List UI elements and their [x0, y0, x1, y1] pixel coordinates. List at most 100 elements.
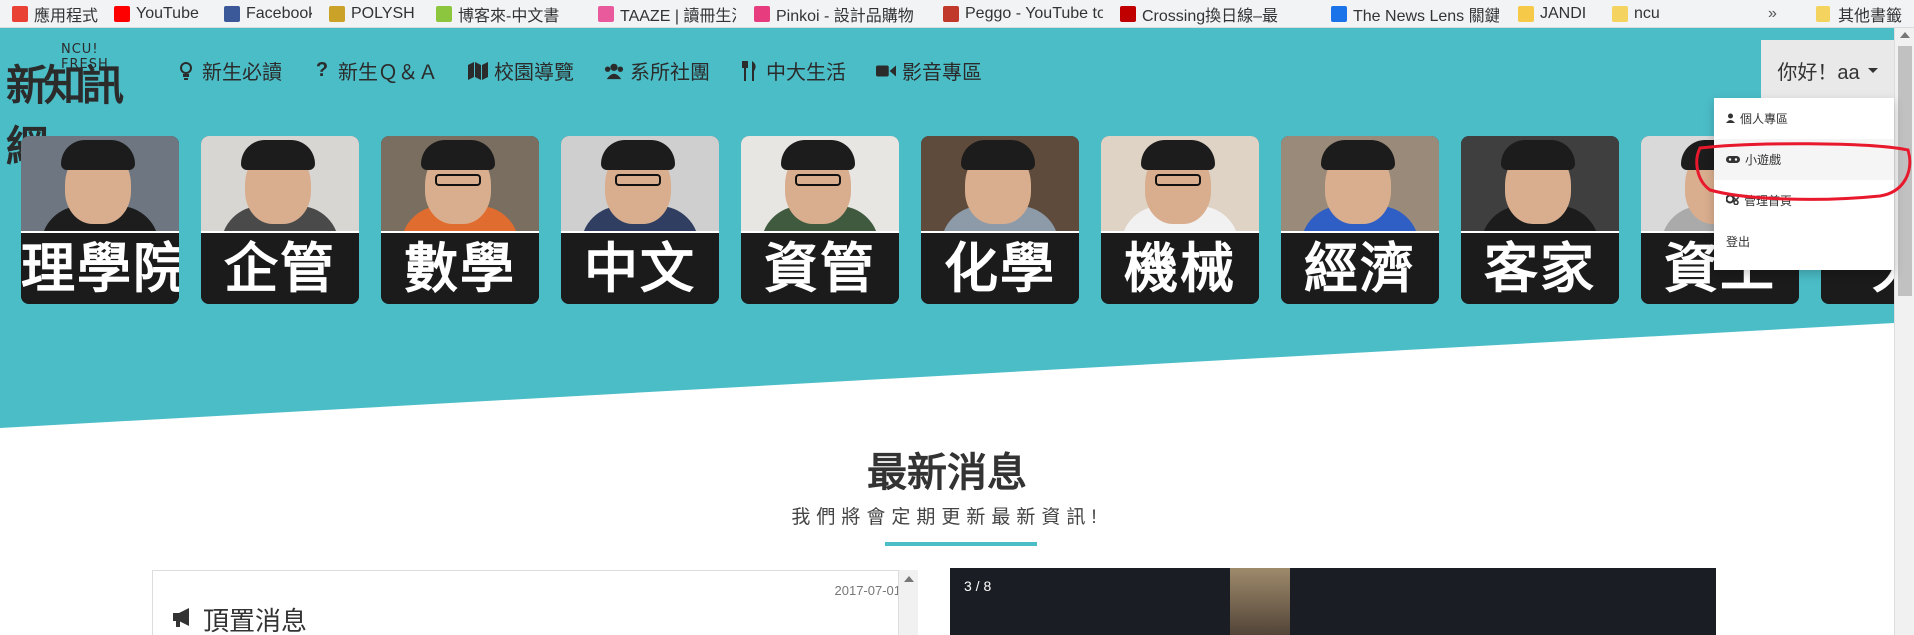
person-hair: [61, 140, 135, 170]
bookmark-label: 博客來-中文書: [458, 7, 560, 25]
bookmark-item[interactable]: The News Lens 關鍵: [1325, 0, 1505, 27]
site-logo[interactable]: NCU! FRESH 新知訊網: [6, 42, 148, 171]
person-hair: [421, 140, 495, 170]
bookmark-label: POLYSH: [351, 4, 415, 22]
caret-down-icon: [1867, 67, 1878, 73]
bookmarks-more-button[interactable]: »: [1768, 0, 1777, 28]
taaze-icon: [598, 5, 614, 22]
glasses: [435, 174, 481, 186]
polysh-icon: [329, 5, 345, 22]
dropdown-label: 小遊戲: [1745, 153, 1782, 167]
department-card[interactable]: 中文: [561, 136, 719, 304]
scroll-thumb[interactable]: [1898, 46, 1912, 296]
jandi-icon: [1518, 5, 1534, 22]
glasses: [795, 174, 841, 186]
department-card[interactable]: 數學: [381, 136, 539, 304]
nav-item-video-zone[interactable]: 影音專區: [876, 56, 982, 85]
users-icon: [604, 61, 624, 81]
scroll-up-arrow-icon[interactable]: [1900, 32, 1910, 38]
dropdown-item-admin[interactable]: 管理首頁: [1714, 180, 1894, 221]
bookmark-item[interactable]: Pinkoi - 設計品購物: [748, 0, 930, 27]
person-hair: [961, 140, 1035, 170]
bookmark-label: Peggo - YouTube to: [965, 4, 1103, 22]
bookmark-item[interactable]: POLYSH: [323, 0, 425, 27]
card-photo: [921, 136, 1079, 246]
dropdown-label: 登出: [1726, 235, 1751, 249]
dropdown-item-profile[interactable]: 個人專區: [1714, 98, 1894, 139]
bookmark-label: ncu: [1634, 4, 1660, 22]
bookmark-item[interactable]: Crossing換日線–最: [1114, 0, 1319, 27]
department-title: 資管: [764, 237, 876, 300]
bookmark-item[interactable]: Facebook: [218, 0, 318, 27]
department-card[interactable]: 化學: [921, 136, 1079, 304]
cogs-icon: [1725, 193, 1739, 208]
department-title: 數學: [404, 237, 516, 300]
department-card[interactable]: 資管: [741, 136, 899, 304]
department-card[interactable]: 客家: [1461, 136, 1619, 304]
apps-grid-icon: [12, 5, 28, 22]
lightbulb-icon: [176, 61, 196, 81]
nav-item-campus-life[interactable]: 中大生活: [740, 56, 846, 85]
card-photo: [1101, 136, 1259, 246]
other-bookmarks-label: 其他書籤: [1837, 8, 1902, 25]
page-scrollbar[interactable]: [1894, 28, 1914, 635]
bullhorn-icon: [171, 604, 195, 635]
department-card[interactable]: 理學院: [21, 136, 179, 304]
news-date: 2017-07-01: [834, 583, 902, 598]
glasses: [1155, 174, 1201, 186]
user-dropdown-menu: 個人專區 小遊戲 管理首頁 登出: [1714, 98, 1894, 270]
department-card[interactable]: 機械: [1101, 136, 1259, 304]
bookmark-item[interactable]: Peggo - YouTube to: [937, 0, 1109, 27]
dropdown-label: 個人專區: [1740, 112, 1789, 126]
folder-icon: [1612, 5, 1628, 22]
card-photo: [381, 136, 539, 246]
gamepad-icon: [1726, 153, 1740, 167]
nav-label: 系所社團: [630, 62, 710, 84]
user-menu-button[interactable]: 你好！aa: [1761, 40, 1894, 100]
dropdown-item-minigame[interactable]: 小遊戲: [1714, 139, 1894, 180]
department-cards: 理學院企管數學中文資管化學機械經濟客家資工大: [21, 136, 1894, 304]
card-photo: [1461, 136, 1619, 246]
card-photo: [561, 136, 719, 246]
utensils-icon: [740, 60, 760, 81]
facebook-icon: [224, 5, 240, 22]
person-hair: [241, 140, 315, 170]
user-icon: [1726, 112, 1735, 126]
bookmark-label: 應用程式: [34, 7, 99, 25]
bookmark-item[interactable]: TAAZE | 讀冊生活 –: [592, 0, 742, 27]
nav-item-campus-tour[interactable]: 校園導覽: [468, 56, 574, 85]
folder-icon: [1815, 6, 1830, 22]
person-hair: [1501, 140, 1575, 170]
nav-item-freshman-reading[interactable]: 新生必讀: [176, 56, 282, 85]
nav-label: 校園導覽: [494, 62, 574, 84]
bookmark-item[interactable]: 博客來-中文書: [430, 0, 588, 27]
other-bookmarks[interactable]: 其他書籤: [1815, 0, 1902, 28]
nav-item-qa[interactable]: ? 新生Ｑ＆Ａ: [312, 56, 438, 85]
bookmark-item[interactable]: YouTube: [108, 0, 213, 27]
department-title: 企管: [224, 237, 336, 300]
cw-icon: [1120, 5, 1136, 22]
nav-label: 新生必讀: [202, 62, 282, 84]
slider-image: [1230, 568, 1290, 635]
user-greeting: 你好！aa: [1777, 61, 1860, 84]
scroll-up-arrow-icon[interactable]: [904, 576, 914, 582]
bookmark-item[interactable]: ncu: [1606, 0, 1686, 27]
news-panel: 2017-07-01 頂置消息: [152, 570, 918, 635]
card-photo: [201, 136, 359, 246]
bookmarks-bar: 應用程式 YouTube Facebook POLYSH 博客來-中文書 TAAZE | …: [0, 0, 1914, 28]
news-panel-scrollbar[interactable]: [898, 570, 918, 635]
department-card[interactable]: 企管: [201, 136, 359, 304]
person-hair: [1321, 140, 1395, 170]
nav-item-departments-clubs[interactable]: 系所社團: [604, 56, 710, 85]
dropdown-item-logout[interactable]: 登出: [1714, 221, 1894, 262]
nav-label: 中大生活: [766, 62, 846, 84]
news-panel-title[interactable]: 頂置消息: [171, 601, 307, 635]
bookmark-item[interactable]: JANDI: [1512, 0, 1602, 27]
map-icon: [468, 61, 488, 81]
youtube-icon: [114, 5, 130, 22]
department-card[interactable]: 經濟: [1281, 136, 1439, 304]
bookmark-item[interactable]: 應用程式: [6, 0, 106, 27]
news-section-subtitle: 我們將會定期更新最新資訊!: [791, 507, 1103, 528]
glasses: [615, 174, 661, 186]
news-image-slider[interactable]: 3 / 8: [950, 568, 1716, 635]
